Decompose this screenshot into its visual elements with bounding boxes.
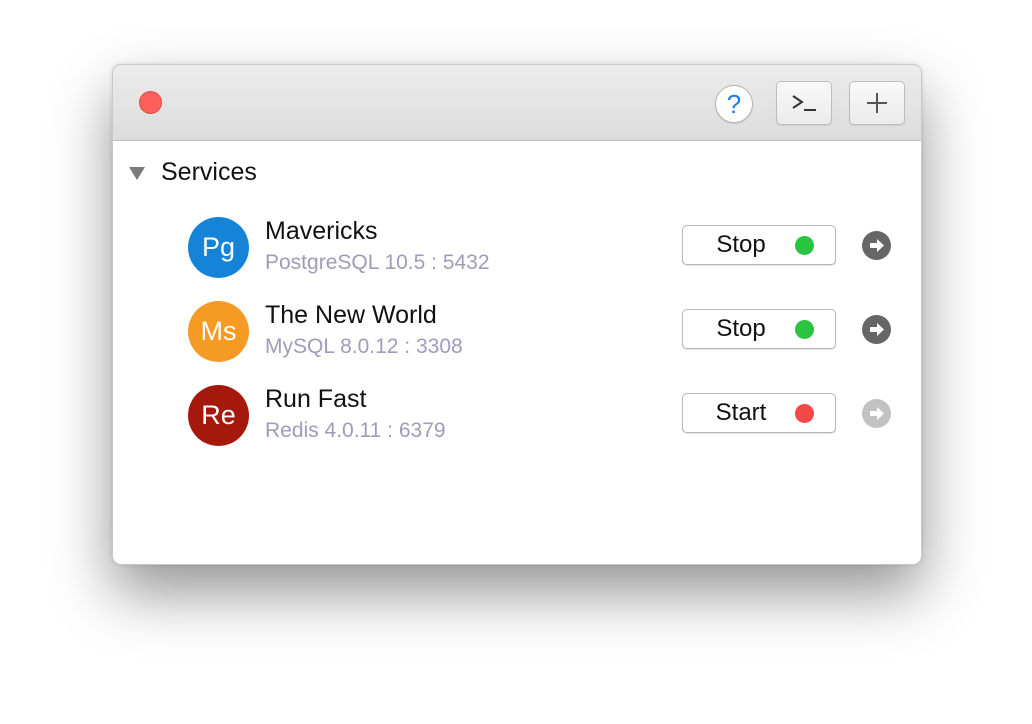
toggle-button-label: Stop (716, 231, 766, 258)
service-toggle-button[interactable]: Start (682, 393, 836, 433)
service-detail: PostgreSQL 10.5 : 5432 (265, 251, 490, 274)
services-list: Services Pg Mavericks PostgreSQL 10.5 : … (113, 141, 921, 564)
toggle-button-label: Stop (716, 315, 766, 342)
open-service-arrow-icon[interactable] (862, 315, 891, 344)
service-name: The New World (265, 301, 437, 329)
status-indicator-icon (795, 236, 814, 255)
service-row: Ms The New World MySQL 8.0.12 : 3308 Sto… (113, 301, 921, 371)
service-avatar: Pg (188, 217, 249, 278)
service-avatar: Re (188, 385, 249, 446)
service-name: Mavericks (265, 217, 378, 245)
arrow-right-icon (870, 323, 884, 336)
section-title: Services (161, 157, 257, 186)
service-row: Pg Mavericks PostgreSQL 10.5 : 5432 Stop (113, 217, 921, 287)
terminal-button[interactable] (776, 81, 832, 125)
status-indicator-icon (795, 404, 814, 423)
arrow-right-icon (870, 407, 884, 420)
plus-icon (867, 93, 887, 113)
services-section-toggle[interactable]: Services (129, 155, 257, 189)
terminal-icon (792, 95, 816, 111)
help-button[interactable]: ? (715, 85, 753, 123)
service-toggle-button[interactable]: Stop (682, 309, 836, 349)
service-detail: MySQL 8.0.12 : 3308 (265, 335, 463, 358)
service-toggle-button[interactable]: Stop (682, 225, 836, 265)
app-window: ? Services Pg Mavericks PostgreSQL 10.5 … (112, 64, 922, 565)
status-indicator-icon (795, 320, 814, 339)
close-icon[interactable] (139, 91, 162, 114)
arrow-right-icon (870, 239, 884, 252)
title-bar: ? (113, 65, 921, 141)
open-service-arrow-icon[interactable] (862, 399, 891, 428)
service-name: Run Fast (265, 385, 367, 413)
toggle-button-label: Start (715, 399, 767, 426)
service-row: Re Run Fast Redis 4.0.11 : 6379 Start (113, 385, 921, 455)
add-service-button[interactable] (849, 81, 905, 125)
service-avatar: Ms (188, 301, 249, 362)
open-service-arrow-icon[interactable] (862, 231, 891, 260)
disclosure-triangle-icon (129, 166, 145, 180)
service-detail: Redis 4.0.11 : 6379 (265, 419, 446, 442)
